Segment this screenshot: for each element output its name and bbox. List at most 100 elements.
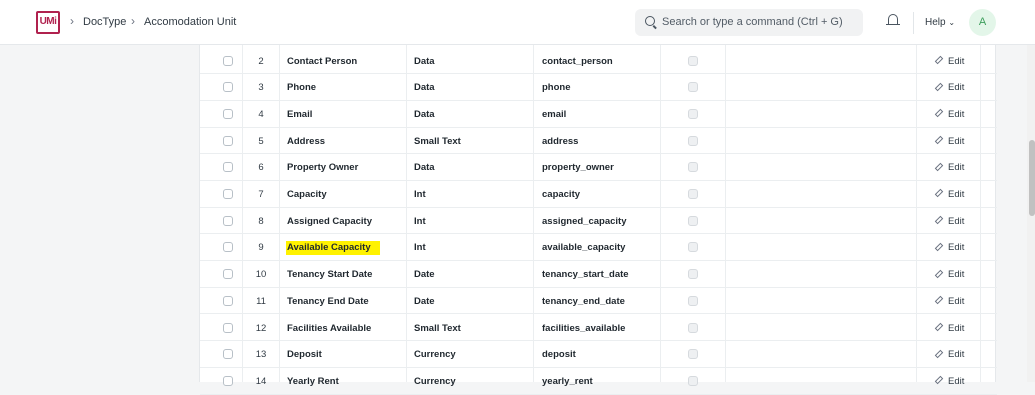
field-name[interactable]: available_capacity [542,243,625,253]
breadcrumb-current[interactable]: Accomodation Unit [144,16,236,28]
field-name[interactable]: tenancy_end_date [542,296,625,307]
mandatory-checkbox[interactable] [688,108,698,119]
edit-button[interactable]: Edit [934,215,964,227]
row-select-checkbox[interactable] [223,162,233,173]
edit-label: Edit [948,322,965,334]
field-type[interactable]: Int [414,243,426,253]
edit-button[interactable]: Edit [934,189,964,200]
field-name[interactable]: facilities_available [542,323,625,334]
edit-button[interactable]: Edit [934,162,964,173]
table-row[interactable]: 12 Facilities Available Small Text faciliti… [200,315,997,342]
field-type[interactable]: Date [414,296,435,307]
field-type[interactable]: Int [414,190,426,200]
field-label[interactable]: Deposit [287,350,322,360]
mandatory-checkbox[interactable] [688,215,698,226]
mandatory-checkbox[interactable] [688,135,698,146]
table-row[interactable]: 8 Assigned Capacity Int assigned_capacity Ed… [200,208,997,235]
field-name[interactable]: tenancy_start_date [542,270,629,280]
mandatory-checkbox[interactable] [688,295,698,306]
edit-button[interactable]: Edit [934,296,964,307]
edit-button[interactable]: Edit [934,109,964,120]
field-type[interactable]: Currency [414,350,456,360]
field-type[interactable]: Small Text [414,136,461,147]
edit-button[interactable]: Edit [934,349,964,360]
table-row[interactable]: 2 Contact Person Data contact_person Edit [200,48,997,75]
field-label[interactable]: Facilities Available [287,323,371,334]
table-row[interactable]: 11 Tenancy End Date Date tenancy_end_date Ed… [200,288,997,315]
help-dropdown[interactable]: Help ⌄ [925,17,955,28]
field-label[interactable]: Assigned Capacity [287,216,372,227]
mandatory-checkbox[interactable] [688,242,698,253]
row-select-checkbox[interactable] [223,135,233,146]
field-name[interactable]: contact_person [542,56,613,67]
divider [913,12,914,34]
edit-button[interactable]: Edit [934,82,964,93]
field-label[interactable]: Address [287,136,325,147]
mandatory-checkbox[interactable] [688,269,698,280]
field-type[interactable]: Data [414,163,435,173]
table-row[interactable]: 13 Deposit Currency deposit Edit [200,341,997,368]
field-label[interactable]: Property Owner [287,163,358,173]
mandatory-checkbox[interactable] [688,55,698,66]
table-row[interactable]: 3 Phone Data phone Edit [200,74,997,101]
app-logo[interactable]: UMi [36,11,60,34]
row-select-checkbox[interactable] [223,189,233,199]
row-select-checkbox[interactable] [223,55,233,66]
field-name[interactable]: property_owner [542,163,614,173]
search-input[interactable]: Search or type a command (Ctrl + G) [662,16,843,28]
row-select-checkbox[interactable] [223,82,233,93]
table-row[interactable]: 4 Email Data email Edit [200,101,997,128]
mandatory-checkbox[interactable] [688,162,698,173]
breadcrumb-doctype[interactable]: DocType [83,16,126,28]
field-type[interactable]: Small Text [414,323,461,334]
edit-button[interactable]: Edit [934,135,964,147]
table-row[interactable]: 7 Capacity Int capacity Edit [200,181,997,208]
table-row[interactable]: 14 Yearly Rent Currency yearly_rent Edit [200,368,997,395]
field-label[interactable]: Tenancy Start Date [287,270,372,280]
mandatory-checkbox[interactable] [688,375,698,386]
row-select-checkbox[interactable] [223,215,233,226]
row-select-checkbox[interactable] [223,269,233,280]
field-type[interactable]: Data [414,56,435,67]
edit-button[interactable]: Edit [934,322,965,334]
table-row[interactable]: 5 Address Small Text address Edit [200,128,997,155]
field-label[interactable]: Email [287,109,312,120]
field-name[interactable]: deposit [542,350,576,360]
field-label[interactable]: Phone [287,83,316,93]
field-label[interactable]: Capacity [287,190,327,200]
mandatory-checkbox[interactable] [688,189,698,199]
field-label[interactable]: Tenancy End Date [287,296,369,307]
edit-button[interactable]: Edit [934,242,964,253]
mandatory-checkbox[interactable] [688,82,698,93]
field-name[interactable]: assigned_capacity [542,216,627,227]
field-name[interactable]: email [542,109,566,120]
row-select-checkbox[interactable] [223,322,233,333]
table-row[interactable]: 9 Available Capacity Int available_capacity… [200,234,997,262]
field-type[interactable]: Data [414,109,435,120]
field-type[interactable]: Data [414,83,435,93]
field-name[interactable]: phone [542,83,571,93]
avatar[interactable]: A [969,9,996,36]
edit-label: Edit [948,55,965,67]
table-row[interactable]: 10 Tenancy Start Date Date tenancy_start_da… [200,261,997,288]
pencil-icon [934,296,944,305]
field-name[interactable]: capacity [542,190,580,200]
row-select-checkbox[interactable] [223,295,233,306]
field-label[interactable]: Contact Person [287,56,357,67]
edit-button[interactable]: Edit [934,55,965,67]
row-select-checkbox[interactable] [223,375,233,386]
field-type[interactable]: Int [414,216,426,227]
field-label[interactable]: Available Capacity [286,241,380,256]
table-row[interactable]: 6 Property Owner Data property_owner Edit [200,154,997,181]
search-bar[interactable]: Search or type a command (Ctrl + G) [635,9,863,36]
mandatory-checkbox[interactable] [688,349,698,360]
row-select-checkbox[interactable] [223,349,233,360]
field-type[interactable]: Date [414,270,435,280]
field-name[interactable]: address [542,136,578,147]
edit-button[interactable]: Edit [934,269,964,280]
bell-icon[interactable] [886,14,900,26]
row-select-checkbox[interactable] [223,108,233,119]
scrollbar-thumb[interactable] [1029,140,1035,216]
row-select-checkbox[interactable] [223,242,233,253]
mandatory-checkbox[interactable] [688,322,698,333]
